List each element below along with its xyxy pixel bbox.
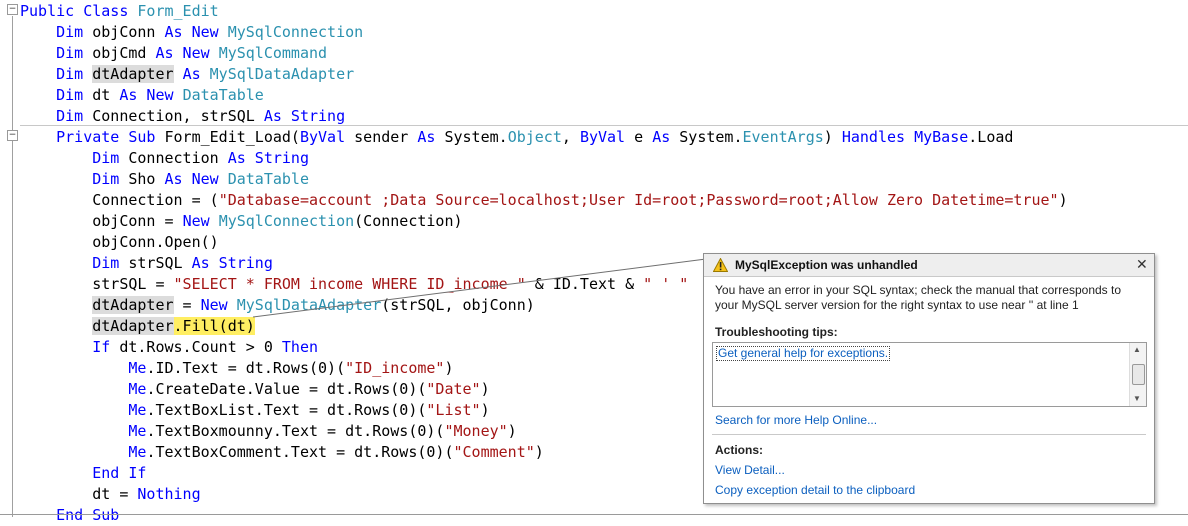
- search-help-online-link[interactable]: Search for more Help Online...: [715, 413, 877, 427]
- troubleshooting-list[interactable]: Get general help for exceptions. ▲ ▼: [712, 342, 1147, 407]
- scroll-thumb[interactable]: [1132, 364, 1145, 385]
- view-detail-link[interactable]: View Detail...: [715, 463, 785, 477]
- actions-title: Actions:: [715, 443, 763, 457]
- scroll-down-icon[interactable]: ▼: [1133, 394, 1141, 403]
- exception-header: MySqlException was unhandled ✕: [704, 254, 1154, 277]
- general-help-link[interactable]: Get general help for exceptions.: [716, 346, 891, 361]
- actions-separator: [712, 434, 1146, 435]
- exception-title: MySqlException was unhandled: [735, 258, 918, 272]
- close-icon[interactable]: ✕: [1136, 256, 1148, 273]
- copy-exception-link[interactable]: Copy exception detail to the clipboard: [715, 483, 915, 497]
- troubleshooting-title: Troubleshooting tips:: [715, 325, 838, 339]
- exception-assistant: MySqlException was unhandled ✕ You have …: [703, 253, 1155, 504]
- exception-message: You have an error in your SQL syntax; ch…: [715, 283, 1122, 312]
- scroll-up-icon[interactable]: ▲: [1133, 345, 1141, 354]
- warning-icon: [713, 258, 728, 272]
- tips-scrollbar[interactable]: ▲ ▼: [1129, 343, 1146, 406]
